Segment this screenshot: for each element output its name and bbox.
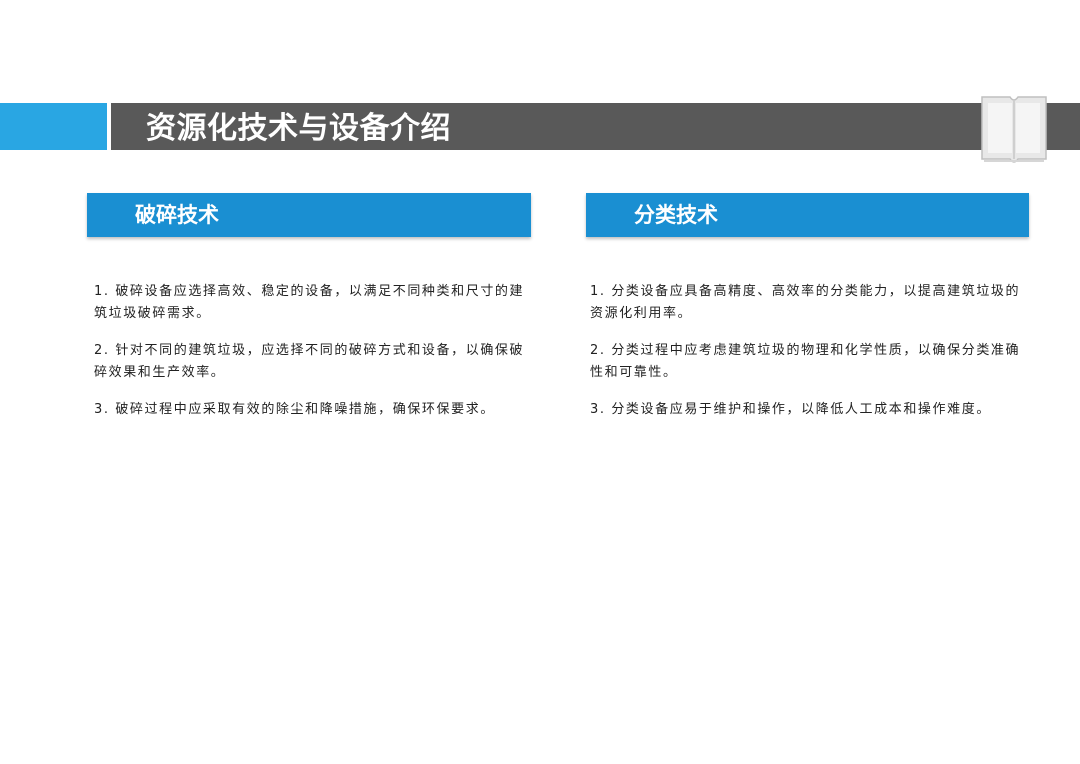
list-item: 2. 针对不同的建筑垃圾，应选择不同的破碎方式和设备，以确保破碎效果和生产效率。 <box>94 343 525 380</box>
list-item: 1. 分类设备应具备高精度、高效率的分类能力，以提高建筑垃圾的资源化利用率。 <box>590 284 1021 321</box>
page-title: 资源化技术与设备介绍 <box>146 111 451 146</box>
section-title: 分类技术 <box>634 203 718 227</box>
list-item: 3. 分类设备应易于维护和操作，以降低人工成本和操作难度。 <box>590 402 991 417</box>
list-item: 2. 分类过程中应考虑建筑垃圾的物理和化学性质，以确保分类准确性和可靠性。 <box>590 343 1021 380</box>
section-title: 破碎技术 <box>135 203 219 227</box>
list-item: 3. 破碎过程中应采取有效的除尘和降噪措施，确保环保要求。 <box>94 402 495 417</box>
classification-list: 1. 分类设备应具备高精度、高效率的分类能力，以提高建筑垃圾的资源化利用率。 2… <box>590 281 1030 436</box>
section-header-crushing: 破碎技术 <box>87 193 531 237</box>
title-accent-block <box>0 103 107 150</box>
list-item: 1. 破碎设备应选择高效、稳定的设备，以满足不同种类和尺寸的建筑垃圾破碎需求。 <box>94 284 525 321</box>
crushing-list: 1. 破碎设备应选择高效、稳定的设备，以满足不同种类和尺寸的建筑垃圾破碎需求。 … <box>94 281 534 436</box>
section-header-classification: 分类技术 <box>586 193 1029 237</box>
book-icon <box>981 96 1047 163</box>
title-bar: 资源化技术与设备介绍 <box>0 96 1080 163</box>
